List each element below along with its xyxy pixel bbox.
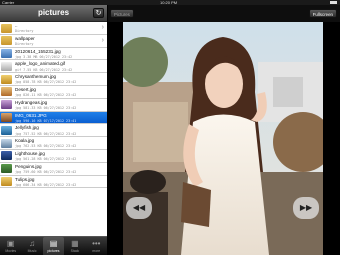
tab-more[interactable]: ••• more <box>86 237 107 255</box>
tab-label: Stack <box>70 249 80 253</box>
file-name: wallpaper <box>15 35 35 41</box>
file-row[interactable]: Lighthouse.jpg jpg 561.28 KB 06/27/2012 2… <box>0 149 107 163</box>
stack-icon: ▦ <box>71 239 79 248</box>
file-name: IMG_0631.JPG <box>15 112 47 118</box>
file-meta: jpg 757.52 KB 06/27/2012 23:42 <box>15 131 77 136</box>
tab-label: pictures <box>47 249 60 253</box>
file-name: apple_logo_animated.gif <box>15 61 66 67</box>
fullscreen-button[interactable]: Fullscreen <box>308 9 337 18</box>
tab-bar: ▣ Movies ♫ Music ▤ pictures ▦ Stack ••• more <box>0 236 107 255</box>
folder-icon <box>1 23 12 33</box>
navigation-bar: pictures ↻ <box>0 5 107 22</box>
folder-icon <box>1 36 12 46</box>
file-name: Lighthouse.jpg <box>15 150 45 156</box>
headphones-icon: ♫ <box>29 239 36 248</box>
file-name: Penguins.jpg <box>15 163 42 169</box>
file-row[interactable]: Penguins.jpg jpg 759.60 KB 06/27/2012 23:… <box>0 162 107 176</box>
file-row[interactable]: Koala.jpg jpg 762.53 KB 06/27/2012 23:42 <box>0 137 107 150</box>
image-thumbnail-icon <box>1 87 12 97</box>
image-thumbnail-icon <box>1 74 12 84</box>
image-thumbnail-icon <box>1 164 12 174</box>
file-row[interactable]: Tulips.jpg jpg 606.34 KB 06/27/2012 23:42 <box>0 175 107 189</box>
file-meta: jpg 3.38 MB 06/27/2012 23:42 <box>15 54 73 59</box>
previous-button[interactable]: ◀◀ <box>126 197 152 219</box>
file-name: Chrysanthemum.jpg <box>15 74 57 80</box>
file-row[interactable]: apple_logo_animated.gif gif 7.55 KB 06/27… <box>0 60 107 74</box>
chevron-right-icon: › <box>101 24 104 31</box>
image-thumbnail-icon <box>1 61 12 71</box>
page-title: pictures <box>37 8 70 17</box>
file-name: Tulips.jpg <box>15 176 35 182</box>
photo-display <box>123 22 323 255</box>
image-thumbnail-icon <box>1 49 12 59</box>
pictures-icon: ▤ <box>49 239 58 248</box>
file-meta: jpg 858.78 KB 06/27/2012 23:42 <box>15 80 77 85</box>
file-meta: jpg 561.28 KB 06/27/2012 23:42 <box>15 157 77 162</box>
file-meta: jpg 606.34 KB 06/27/2012 23:42 <box>15 182 77 187</box>
file-row[interactable]: Desert.jpg jpg 826.11 KB 06/27/2012 23:42 <box>0 85 107 99</box>
file-name: Jellyfish.jpg <box>15 125 39 131</box>
file-name: 20120614_155231.jpg <box>15 48 61 54</box>
fast-forward-icon: ▶▶ <box>299 203 313 212</box>
back-button[interactable]: Pictures <box>110 9 134 18</box>
viewer-toolbar: Pictures Fullscreen <box>108 5 340 22</box>
file-meta: jpg 759.60 KB 06/27/2012 23:42 <box>15 170 77 175</box>
refresh-button[interactable]: ↻ <box>93 8 104 18</box>
file-meta: gif 7.55 KB 06/27/2012 23:42 <box>15 67 73 72</box>
file-name: Koala.jpg <box>15 138 35 144</box>
tab-stack[interactable]: ▦ Stack <box>64 237 85 255</box>
tab-pictures[interactable]: ▤ pictures <box>42 237 65 255</box>
folder-row[interactable]: .. Directory › <box>0 22 107 35</box>
file-row[interactable]: IMG_0631.JPG jpg 590.16 KB 07/17/2012 23:… <box>0 111 107 125</box>
refresh-icon: ↻ <box>95 10 102 17</box>
file-name: .. <box>15 23 18 28</box>
folder-row[interactable]: wallpaper Directory › <box>0 34 107 48</box>
file-meta: jpg 590.16 KB 07/17/2012 23:41 <box>15 118 77 123</box>
tab-movies[interactable]: ▣ Movies <box>0 237 21 255</box>
more-icon: ••• <box>92 239 101 248</box>
file-meta: Directory <box>15 29 34 34</box>
film-icon: ▣ <box>6 239 15 248</box>
tab-label: Music <box>27 249 37 253</box>
image-thumbnail-icon <box>1 151 12 161</box>
file-row[interactable]: Chrysanthemum.jpg jpg 858.78 KB 06/27/201… <box>0 73 107 86</box>
image-thumbnail-icon <box>1 113 12 123</box>
file-row[interactable]: 20120614_155231.jpg jpg 3.38 MB 06/27/201… <box>0 47 107 61</box>
battery-icon <box>330 1 337 4</box>
tab-music[interactable]: ♫ Music <box>21 237 42 255</box>
image-thumbnail-icon <box>1 138 12 148</box>
file-row[interactable]: Jellyfish.jpg jpg 757.52 KB 06/27/2012 23… <box>0 124 107 138</box>
chevron-right-icon: › <box>101 36 104 44</box>
photo-image <box>123 22 323 255</box>
next-button[interactable]: ▶▶ <box>293 197 319 219</box>
file-meta: jpg 826.11 KB 06/27/2012 23:42 <box>15 93 77 98</box>
tab-label: Movies <box>5 249 17 253</box>
image-thumbnail-icon <box>1 100 12 110</box>
image-viewer: Pictures Fullscreen ◀◀ ▶▶ <box>108 5 340 255</box>
file-row[interactable]: Hydrangeas.jpg jpg 581.33 KB 06/27/2012 2… <box>0 98 107 112</box>
image-thumbnail-icon <box>1 177 12 187</box>
tab-label: more <box>92 249 101 253</box>
file-meta: jpg 762.53 KB 06/27/2012 23:42 <box>15 144 77 149</box>
image-thumbnail-icon <box>1 125 12 135</box>
file-name: Desert.jpg <box>15 86 36 92</box>
file-name: Hydrangeas.jpg <box>15 99 48 105</box>
file-meta: Directory <box>15 42 34 47</box>
file-browser-panel: pictures ↻ .. Directory › wallpaper Director… <box>0 5 107 255</box>
file-list: .. Directory › wallpaper Directory › 20120614_… <box>0 22 107 236</box>
file-meta: jpg 581.33 KB 06/27/2012 23:42 <box>15 106 77 111</box>
rewind-icon: ◀◀ <box>132 203 146 212</box>
